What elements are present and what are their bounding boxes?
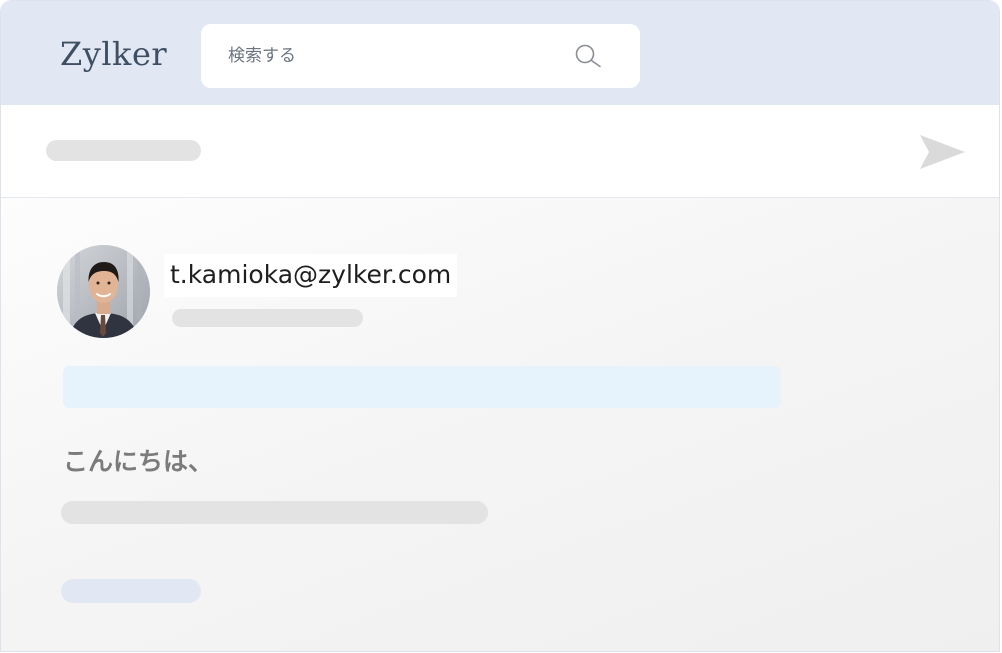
send-icon[interactable] — [919, 134, 966, 170]
sender-detail-placeholder-bar — [172, 309, 363, 327]
search-input[interactable] — [228, 42, 548, 70]
brand-logo: Zylker — [60, 35, 168, 73]
body-text-placeholder-bar — [61, 501, 488, 524]
top-header: Zylker — [1, 1, 999, 105]
greeting-text: こんにちは、 — [63, 447, 214, 476]
subject-highlight-bar — [63, 366, 781, 408]
sender-email: t.kamioka@zylker.com — [164, 254, 458, 297]
avatar — [57, 245, 150, 338]
mail-app-window: Zylker 検索する t.kamioka@zylker.com こんにちは、 — [0, 0, 1002, 653]
subject-placeholder-bar — [46, 140, 201, 161]
message-panel: t.kamioka@zylker.com こんにちは、 — [1, 198, 999, 651]
compose-toolbar — [1, 105, 999, 198]
link-placeholder-bar[interactable] — [61, 579, 201, 603]
search-icon[interactable] — [573, 43, 603, 69]
app-frame: Zylker 検索する t.kamioka@zylker.com こんにちは、 — [0, 0, 1000, 652]
search-box[interactable] — [201, 24, 640, 88]
